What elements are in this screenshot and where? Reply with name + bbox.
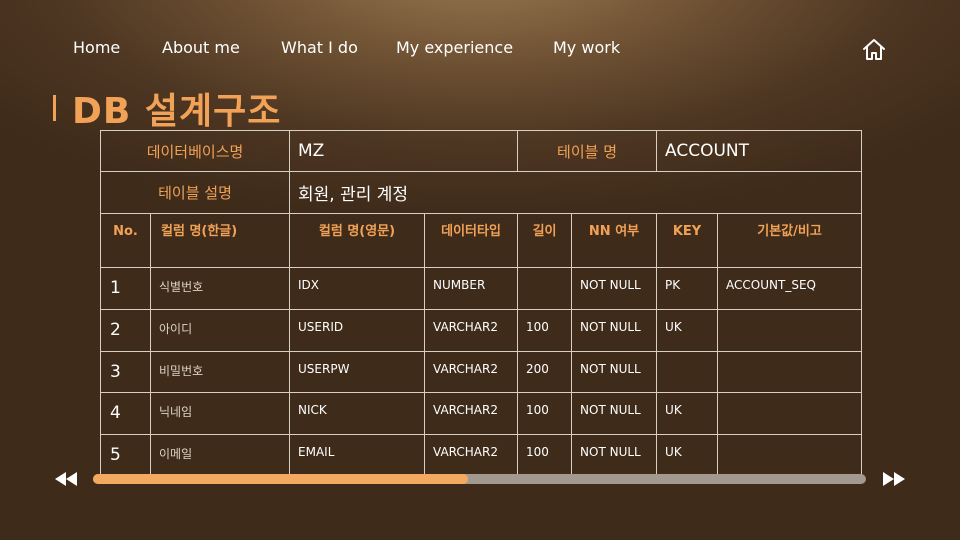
table-desc-row: 테이블 설명 회원, 관리 계정 <box>99 171 863 214</box>
cell-length: 100 <box>517 392 573 435</box>
slide-progress-fill <box>93 474 468 484</box>
cell-default-note <box>717 309 863 352</box>
db-name-value: MZ <box>289 130 519 172</box>
cell-length: 100 <box>517 309 573 352</box>
cell-eng-name: NICK <box>289 392 426 435</box>
table-name-value: ACCOUNT <box>656 130 863 172</box>
col-header-not-null: NN 여부 <box>571 213 658 268</box>
row-number: 4 <box>100 392 151 435</box>
row-number: 1 <box>100 267 151 310</box>
cell-key: UK <box>656 309 719 352</box>
nav-my-work[interactable]: My work <box>553 38 620 57</box>
fast-forward-icon[interactable] <box>883 472 905 486</box>
cell-data-type: VARCHAR2 <box>424 392 519 435</box>
cell-not-null: NOT NULL <box>571 351 658 393</box>
top-navigation: Home About me What I do My experience My… <box>0 38 960 62</box>
col-header-no: No. <box>100 213 151 268</box>
table-meta-row: 데이터베이스명 MZ 테이블 명 ACCOUNT <box>99 130 863 172</box>
col-header-kor-name: 컬럼 명(한글) <box>149 213 291 268</box>
cell-default-note <box>717 434 863 475</box>
cell-kor-name: 비밀번호 <box>149 351 291 393</box>
table-desc-value: 회원, 관리 계정 <box>289 171 863 214</box>
cell-eng-name: EMAIL <box>289 434 426 475</box>
db-design-table: 데이터베이스명 MZ 테이블 명 ACCOUNT 테이블 설명 회원, 관리 계… <box>99 130 863 475</box>
cell-kor-name: 아이디 <box>149 309 291 352</box>
nav-home[interactable]: Home <box>73 38 120 57</box>
rewind-icon[interactable] <box>55 472 77 486</box>
table-row: 2 아이디 USERID VARCHAR2 100 NOT NULL UK <box>100 309 863 352</box>
cell-default-note <box>717 392 863 435</box>
table-name-label: 테이블 명 <box>517 130 658 172</box>
cell-length <box>517 267 573 310</box>
row-number: 2 <box>100 309 151 352</box>
col-header-data-type: 데이터타입 <box>424 213 519 268</box>
cell-data-type: NUMBER <box>424 267 519 310</box>
cell-data-type: VARCHAR2 <box>424 351 519 393</box>
cell-default-note: ACCOUNT_SEQ <box>717 267 863 310</box>
row-number: 3 <box>100 351 151 393</box>
table-row: 4 닉네임 NICK VARCHAR2 100 NOT NULL UK <box>100 392 863 435</box>
col-header-key: KEY <box>656 213 719 268</box>
cell-length: 100 <box>517 434 573 475</box>
cell-data-type: VARCHAR2 <box>424 434 519 475</box>
cell-key: UK <box>656 434 719 475</box>
cell-key: UK <box>656 392 719 435</box>
cell-data-type: VARCHAR2 <box>424 309 519 352</box>
nav-about-me[interactable]: About me <box>162 38 240 57</box>
cell-kor-name: 이메일 <box>149 434 291 475</box>
col-header-default-note: 기본값/비고 <box>717 213 863 268</box>
nav-what-i-do[interactable]: What I do <box>281 38 358 57</box>
cell-eng-name: USERID <box>289 309 426 352</box>
col-header-length: 길이 <box>517 213 573 268</box>
cell-not-null: NOT NULL <box>571 267 658 310</box>
cell-not-null: NOT NULL <box>571 392 658 435</box>
table-row: 1 식별번호 IDX NUMBER NOT NULL PK ACCOUNT_SE… <box>100 267 863 310</box>
table-row: 5 이메일 EMAIL VARCHAR2 100 NOT NULL UK <box>100 434 863 475</box>
table-row: 3 비밀번호 USERPW VARCHAR2 200 NOT NULL <box>100 351 863 393</box>
table-header-row: No. 컬럼 명(한글) 컬럼 명(영문) 데이터타입 길이 NN 여부 KEY… <box>100 213 863 268</box>
page-title: DB 설계구조 <box>72 91 282 132</box>
row-number: 5 <box>100 434 151 475</box>
db-name-label: 데이터베이스명 <box>99 130 291 172</box>
col-header-eng-name: 컬럼 명(영문) <box>289 213 426 268</box>
slide-progress-bar[interactable] <box>93 474 866 484</box>
cell-key <box>656 351 719 393</box>
cell-length: 200 <box>517 351 573 393</box>
nav-my-experience[interactable]: My experience <box>396 38 513 57</box>
home-icon[interactable] <box>861 38 887 62</box>
cell-default-note <box>717 351 863 393</box>
cell-kor-name: 닉네임 <box>149 392 291 435</box>
cell-eng-name: IDX <box>289 267 426 310</box>
cell-eng-name: USERPW <box>289 351 426 393</box>
cell-kor-name: 식별번호 <box>149 267 291 310</box>
cell-not-null: NOT NULL <box>571 434 658 475</box>
cell-key: PK <box>656 267 719 310</box>
title-accent-bar <box>53 95 56 121</box>
cell-not-null: NOT NULL <box>571 309 658 352</box>
table-desc-label: 테이블 설명 <box>99 171 291 214</box>
